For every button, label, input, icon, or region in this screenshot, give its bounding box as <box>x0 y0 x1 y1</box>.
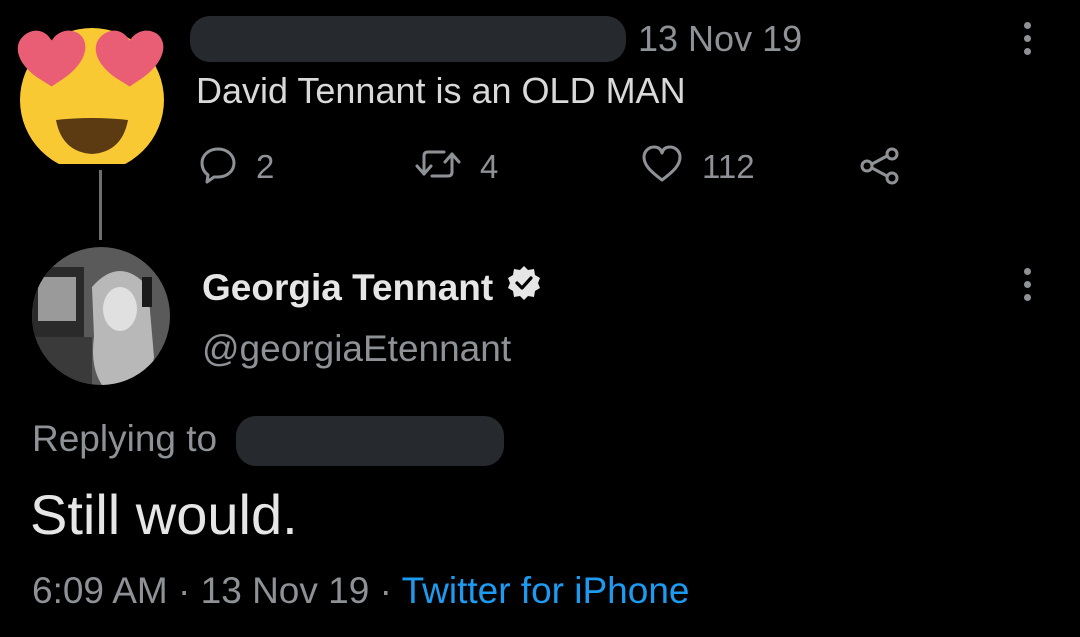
tweet-time: 6:09 AM <box>32 570 168 611</box>
share-nodes-icon <box>858 146 902 191</box>
separator: · <box>178 570 191 611</box>
separator: · <box>379 570 392 611</box>
parent-tweet-text: David Tennant is an OLD MAN <box>196 70 686 111</box>
display-name[interactable]: Georgia Tennant <box>202 264 543 311</box>
retweet-icon <box>414 144 462 189</box>
user-handle: @georgiaEtennant <box>202 328 512 369</box>
reply-tweet-text: Still would. <box>30 483 298 546</box>
reply-button[interactable]: 2 <box>198 144 274 189</box>
replying-to-label: Replying to <box>32 418 218 459</box>
parent-tweet-date: 13 Nov 19 <box>638 18 803 59</box>
verified-badge-icon <box>505 264 543 311</box>
heart-eyes-emoji-icon[interactable] <box>14 24 170 172</box>
tweet-date: 13 Nov 19 <box>200 570 370 611</box>
retweet-button[interactable]: 4 <box>414 144 498 189</box>
redacted-reply-target <box>236 416 504 466</box>
kebab-menu-icon[interactable] <box>1022 268 1032 301</box>
tweet-meta: 6:09 AM · 13 Nov 19 · Twitter for iPhone <box>32 570 689 612</box>
display-name-text: Georgia Tennant <box>202 266 494 308</box>
like-count: 112 <box>702 147 755 185</box>
share-button[interactable] <box>858 146 902 191</box>
reply-count: 2 <box>256 147 275 185</box>
speech-bubble-icon <box>198 144 238 189</box>
avatar[interactable] <box>32 247 170 385</box>
tweet-source-link[interactable]: Twitter for iPhone <box>402 570 690 611</box>
redacted-username <box>190 16 626 62</box>
kebab-menu-icon[interactable] <box>1022 22 1032 55</box>
thread-connector-line <box>99 170 102 240</box>
retweet-count: 4 <box>480 147 499 185</box>
like-button[interactable]: 112 <box>640 144 755 189</box>
heart-outline-icon <box>640 144 684 189</box>
